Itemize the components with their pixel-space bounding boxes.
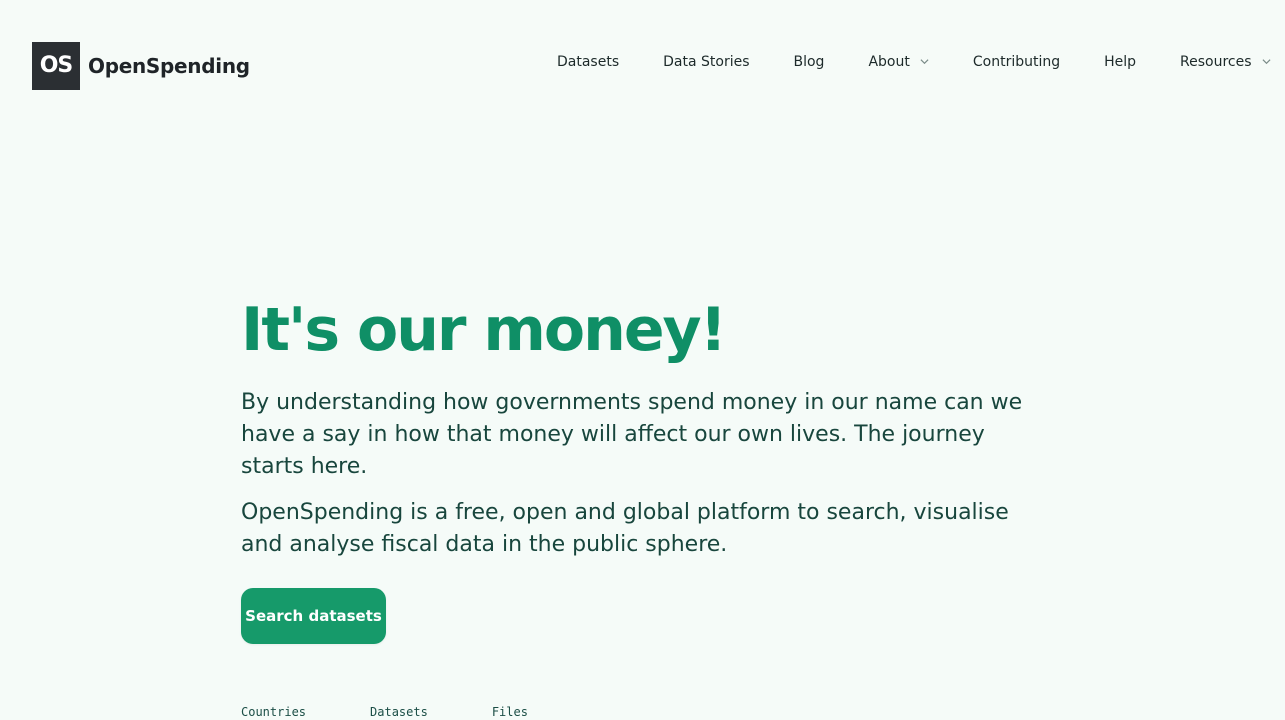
brand-name: OpenSpending [88, 54, 250, 78]
nav-label: Blog [793, 54, 825, 70]
main-nav: Datasets Data Stories Blog About Contrib… [557, 51, 1271, 73]
nav-item-about[interactable]: About [868, 54, 929, 70]
nav-item-contributing[interactable]: Contributing [973, 54, 1060, 70]
hero-lead: By understanding how governments spend m… [241, 390, 1023, 479]
stats-bar: Countries Datasets Files [241, 705, 528, 719]
nav-label: Contributing [972, 54, 1061, 70]
brand-logo-link[interactable]: OS OpenSpending [32, 42, 250, 90]
nav-label: About [868, 54, 910, 70]
nav-label: Help [1104, 54, 1137, 70]
hero-section: It's our money! By understanding how gov… [241, 295, 1061, 645]
nav-label: Resources [1180, 54, 1252, 70]
stat-label-files: Files [491, 705, 528, 719]
nav-label: Data Stories [663, 54, 750, 70]
chevron-down-icon [1262, 57, 1271, 66]
hero-title: It's our money! [241, 295, 727, 365]
search-datasets-button[interactable]: Search datasets [241, 588, 386, 645]
logo-mark: OS [32, 42, 80, 90]
hero-description: OpenSpending is a free, open and global … [241, 499, 1009, 557]
nav-item-data-stories[interactable]: Data Stories [663, 54, 749, 70]
nav-item-blog[interactable]: Blog [794, 54, 825, 70]
nav-item-help[interactable]: Help [1104, 54, 1136, 70]
chevron-down-icon [920, 57, 929, 66]
nav-item-datasets[interactable]: Datasets [557, 54, 619, 70]
site-header: OS OpenSpending Datasets Data Stories Bl… [0, 0, 1285, 120]
nav-label: Datasets [557, 54, 620, 70]
nav-item-resources[interactable]: Resources [1180, 54, 1271, 70]
stat-label-datasets: Datasets [370, 705, 428, 719]
stat-label-countries: Countries [241, 705, 307, 719]
